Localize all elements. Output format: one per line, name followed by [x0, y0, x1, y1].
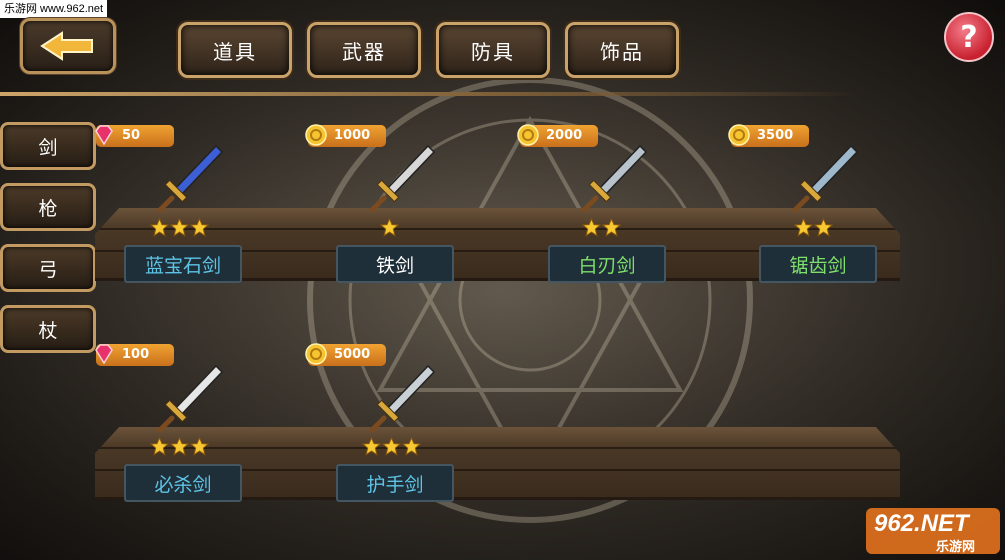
site-watermark-top: 乐游网 www.962.net: [0, 0, 108, 18]
category-staff[interactable]: 杖: [0, 305, 96, 353]
star-icon: [602, 218, 621, 237]
category-bow[interactable]: 弓: [0, 244, 96, 292]
rarity-stars: [150, 218, 209, 238]
item-name: 蓝宝石剑: [124, 245, 242, 283]
item-name: 必杀剑: [124, 464, 242, 502]
sword-icon: [581, 144, 648, 213]
star-icon: [150, 437, 169, 456]
rarity-stars: [362, 437, 421, 457]
tab-armor[interactable]: 防具: [436, 22, 550, 78]
star-icon: [362, 437, 381, 456]
star-icon: [382, 437, 401, 456]
coin-icon: [305, 343, 327, 365]
back-button[interactable]: [20, 18, 116, 74]
rarity-stars: [582, 218, 621, 238]
coin-icon: [517, 124, 539, 146]
coin-icon: [305, 124, 327, 146]
star-icon: [402, 437, 421, 456]
sword-icon: [369, 364, 436, 433]
header-divider: [0, 92, 860, 96]
item-name: 铁剑: [336, 245, 454, 283]
sword-icon: [157, 144, 224, 213]
arrow-left-icon: [40, 31, 93, 61]
star-icon: [794, 218, 813, 237]
site-watermark-bottom: 962.NET 乐游网: [866, 508, 1000, 554]
category-sword[interactable]: 剑: [0, 122, 96, 170]
star-icon: [150, 218, 169, 237]
star-icon: [170, 218, 189, 237]
star-icon: [190, 437, 209, 456]
rarity-stars: [380, 218, 399, 238]
watermark-brand: 962.NET: [874, 510, 969, 537]
item-name: 白刃剑: [548, 245, 666, 283]
sword-icon: [369, 144, 436, 213]
star-icon: [814, 218, 833, 237]
watermark-sub: 乐游网: [936, 539, 976, 554]
star-icon: [190, 218, 209, 237]
sword-icon: [157, 364, 224, 433]
gem-icon: [95, 344, 113, 365]
item-name: 护手剑: [336, 464, 454, 502]
rarity-stars: [794, 218, 833, 238]
category-spear[interactable]: 枪: [0, 183, 96, 231]
item-name: 锯齿剑: [759, 245, 877, 283]
price-value: 100: [122, 347, 150, 362]
star-icon: [380, 218, 399, 237]
star-icon: [582, 218, 601, 237]
rarity-stars: [150, 437, 209, 457]
gem-icon: [95, 125, 113, 146]
price-value: 50: [122, 128, 141, 143]
tab-weapons[interactable]: 武器: [307, 22, 421, 78]
star-icon: [170, 437, 189, 456]
tab-items[interactable]: 道具: [178, 22, 292, 78]
tab-accessories[interactable]: 饰品: [565, 22, 679, 78]
help-button[interactable]: ?: [944, 12, 994, 62]
coin-icon: [728, 124, 750, 146]
sword-icon: [792, 144, 859, 213]
